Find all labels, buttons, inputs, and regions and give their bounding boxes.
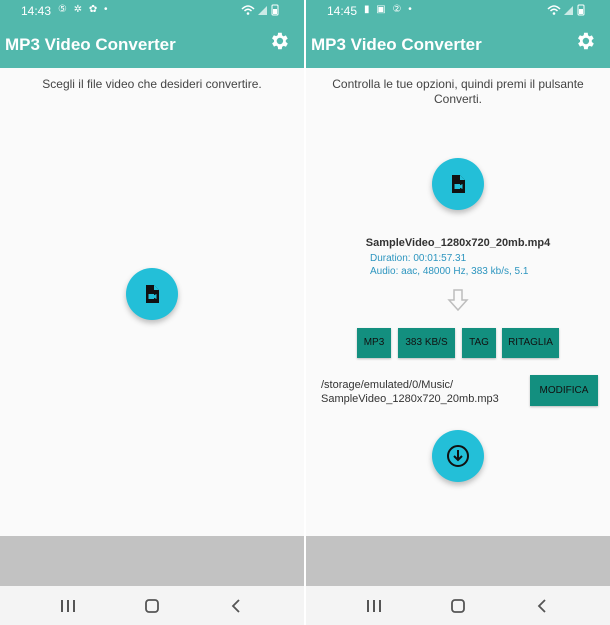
ad-banner-area	[306, 536, 610, 586]
back-icon[interactable]	[533, 596, 553, 616]
video-file-icon	[146, 285, 159, 303]
duration-info: Duration: 00:01:57.31	[370, 253, 467, 264]
app-bar: MP3 Video Converter	[0, 22, 304, 68]
status-notification-icons: ▮ ▣ ② •	[364, 4, 414, 15]
app-title: MP3 Video Converter	[311, 35, 482, 54]
down-arrow-icon	[445, 287, 471, 318]
tag-option-button[interactable]: TAG	[462, 328, 496, 358]
trim-option-button[interactable]: RITAGLIA	[502, 328, 559, 358]
back-icon[interactable]	[227, 596, 247, 616]
audio-info: Audio: aac, 48000 Hz, 383 kb/s, 5.1	[370, 266, 529, 277]
bitrate-option-button[interactable]: 383 KB/S	[398, 328, 455, 358]
output-path: /storage/emulated/0/Music/ SampleVideo_1…	[321, 378, 499, 406]
recent-apps-icon[interactable]	[58, 596, 78, 616]
main-content: Scegli il file video che desideri conver…	[0, 68, 304, 536]
status-bar: 14:43 ⑤ ✲ ✿ •	[0, 0, 304, 22]
status-notification-icons: ⑤ ✲ ✿ •	[58, 4, 110, 15]
convert-download-button[interactable]	[432, 430, 484, 482]
source-file-name: SampleVideo_1280x720_20mb.mp4	[365, 237, 551, 249]
phone-screen-left: 14:43 ⑤ ✲ ✿ • MP3 Video Converter Scegli…	[0, 0, 304, 625]
output-path-file: SampleVideo_1280x720_20mb.mp3	[321, 393, 499, 405]
download-icon	[447, 445, 469, 467]
status-bar: 14:45 ▮ ▣ ② •	[306, 0, 610, 22]
status-time: 14:43	[21, 4, 52, 18]
select-video-button[interactable]	[126, 268, 178, 320]
home-icon[interactable]	[142, 596, 162, 616]
phone-screen-right: 14:45 ▮ ▣ ② • MP3 Video Converter Contro…	[306, 0, 610, 625]
video-file-icon	[452, 175, 465, 193]
main-content: Controlla le tue opzioni, quindi premi i…	[306, 68, 610, 536]
app-title: MP3 Video Converter	[5, 35, 176, 54]
navigation-bar	[0, 586, 304, 625]
ad-banner-area	[0, 536, 304, 586]
recent-apps-icon[interactable]	[364, 596, 384, 616]
status-system-icons	[240, 3, 286, 20]
status-time: 14:45	[327, 4, 358, 18]
select-video-button[interactable]	[432, 158, 484, 210]
status-system-icons	[546, 3, 592, 20]
settings-gear-icon[interactable]	[574, 30, 596, 52]
home-icon[interactable]	[448, 596, 468, 616]
edit-path-button[interactable]: MODIFICA	[530, 375, 598, 406]
settings-gear-icon[interactable]	[268, 30, 290, 52]
format-option-button[interactable]: MP3	[357, 328, 391, 358]
app-bar: MP3 Video Converter	[306, 22, 610, 68]
navigation-bar	[306, 586, 610, 625]
output-path-folder: /storage/emulated/0/Music/	[321, 379, 454, 391]
instruction-text: Scegli il file video che desideri conver…	[42, 77, 262, 91]
instruction-text: Controlla le tue opzioni, quindi premi i…	[332, 77, 584, 106]
